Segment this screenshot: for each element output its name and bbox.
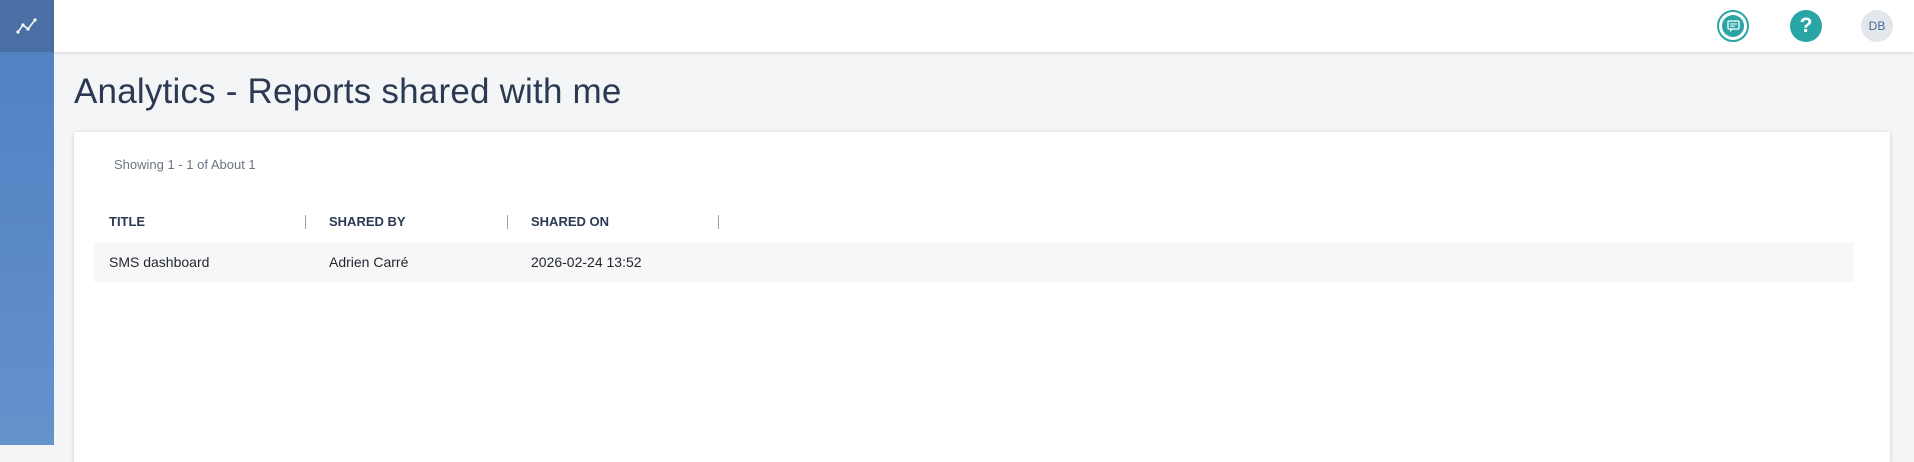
column-header-title[interactable]: TITLE xyxy=(109,202,145,242)
column-header-shared-by[interactable]: SHARED BY xyxy=(329,202,406,242)
avatar-initials: DB xyxy=(1868,19,1886,33)
column-resize-handle[interactable] xyxy=(305,215,306,229)
line-chart-icon xyxy=(16,18,37,34)
feedback-chat-icon xyxy=(1722,15,1744,37)
column-resize-handle[interactable] xyxy=(507,215,508,229)
column-header-shared-on[interactable]: SHARED ON xyxy=(531,202,609,242)
sidebar xyxy=(0,0,54,445)
column-resize-handle[interactable] xyxy=(718,215,719,229)
page-title: Analytics - Reports shared with me xyxy=(74,72,622,111)
report-shared-by: Adrien Carré xyxy=(329,254,409,270)
report-title[interactable]: SMS dashboard xyxy=(109,242,209,282)
help-icon: ? xyxy=(1799,14,1813,37)
reports-card: Showing 1 - 1 of About 1 TITLE SHARED BY… xyxy=(74,132,1890,462)
sidebar-logo[interactable] xyxy=(0,0,54,52)
reports-table: TITLE SHARED BY SHARED ON SMS dashboard … xyxy=(94,202,1854,282)
feedback-button[interactable] xyxy=(1717,10,1749,42)
help-button[interactable]: ? xyxy=(1790,10,1822,42)
pagination-summary: Showing 1 - 1 of About 1 xyxy=(114,157,256,172)
table-header: TITLE SHARED BY SHARED ON xyxy=(94,202,1854,242)
report-shared-on: 2026-02-24 13:52 xyxy=(531,254,642,270)
top-bar: ? DB xyxy=(54,0,1914,52)
user-avatar[interactable]: DB xyxy=(1861,10,1893,42)
table-row[interactable]: SMS dashboard Adrien Carré 2026-02-24 13… xyxy=(94,242,1854,282)
